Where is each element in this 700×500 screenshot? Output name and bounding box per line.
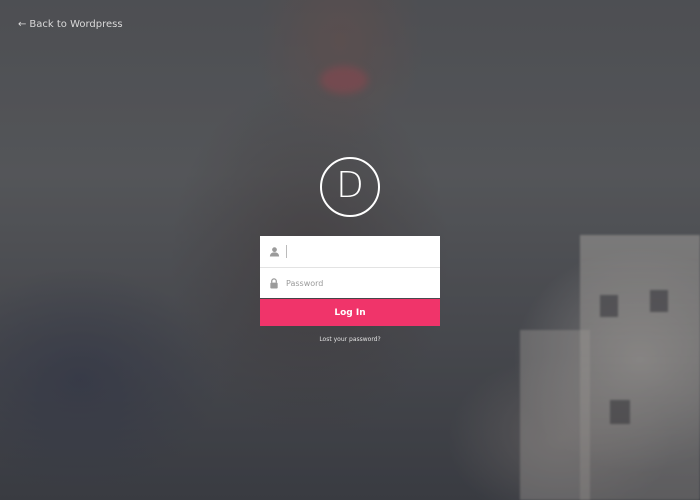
username-input[interactable]	[293, 236, 433, 267]
login-form: Log In Lost your password?	[260, 236, 440, 343]
lock-icon	[260, 277, 286, 289]
field-divider	[286, 245, 287, 258]
logo-letter: D	[336, 165, 364, 206]
user-icon	[260, 246, 286, 257]
lost-password-link[interactable]: Lost your password?	[260, 336, 440, 343]
password-field-wrapper	[260, 267, 440, 298]
password-input[interactable]	[286, 268, 426, 298]
username-field-wrapper	[260, 236, 440, 267]
back-link-label: Back to Wordpress	[29, 19, 123, 30]
divi-logo: D	[320, 157, 380, 217]
back-to-wordpress-link[interactable]: ← Back to Wordpress	[18, 19, 123, 30]
arrow-left-icon: ←	[18, 19, 27, 30]
login-button[interactable]: Log In	[260, 299, 440, 326]
